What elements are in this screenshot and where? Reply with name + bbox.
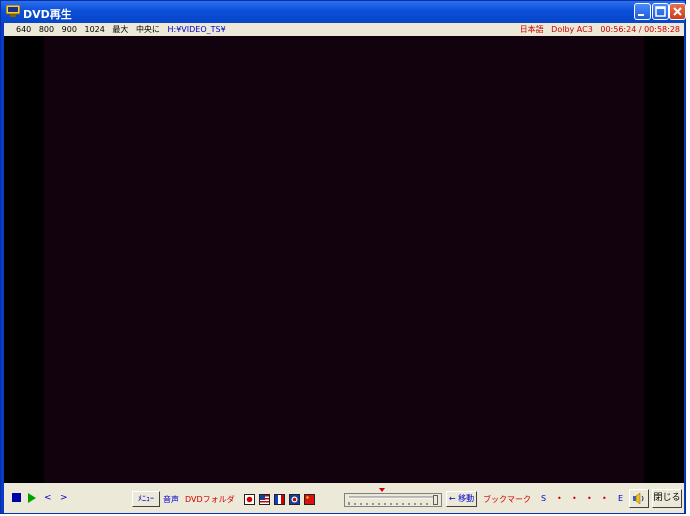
size-900-button[interactable]: 900	[62, 25, 77, 34]
info-bar: 640 800 900 1024 最大 中央に H:¥VIDEO_TS¥ 日本語…	[4, 23, 684, 36]
prev-button[interactable]: <	[44, 493, 52, 503]
korea-flag-icon[interactable]	[289, 494, 300, 505]
china-flag-icon[interactable]	[304, 494, 315, 505]
maximize-icon	[655, 6, 666, 17]
video-frame	[44, 36, 644, 483]
control-bar: < > ﾒﾆｭｰ 音声 DVDフォルダ ← 移動 ブックマーク S • • • …	[4, 483, 684, 513]
maximize-button[interactable]	[652, 3, 669, 20]
close-app-button[interactable]: 閉じる	[652, 489, 682, 508]
minimize-button[interactable]	[634, 3, 651, 20]
dvd-path: H:¥VIDEO_TS¥	[167, 25, 226, 34]
size-640-button[interactable]: 640	[16, 25, 31, 34]
bookmark-slot-4[interactable]: •	[602, 494, 607, 503]
close-icon	[673, 7, 682, 16]
menu-button[interactable]: ﾒﾆｭｰ	[132, 491, 160, 507]
speaker-icon	[633, 492, 644, 505]
play-icon	[28, 493, 36, 503]
audio-button[interactable]: 音声	[163, 494, 179, 505]
language-label: 日本語	[519, 25, 544, 34]
bookmark-slot-3[interactable]: •	[587, 494, 592, 503]
seek-slider[interactable]	[344, 493, 442, 507]
bookmark-button[interactable]: ブックマーク	[483, 494, 531, 505]
time-display: 00:56:24 / 00:58:28	[600, 25, 680, 34]
france-flag-icon[interactable]	[274, 494, 285, 505]
japan-flag-icon[interactable]	[244, 494, 255, 505]
dvd-folder-button[interactable]: DVDフォルダ	[185, 494, 235, 505]
play-button[interactable]	[27, 493, 37, 506]
maximize-size-button[interactable]: 最大	[112, 25, 128, 34]
stop-icon	[12, 493, 21, 502]
minimize-icon	[638, 14, 644, 16]
stop-button[interactable]	[12, 493, 22, 505]
next-button[interactable]: >	[60, 493, 68, 503]
volume-button[interactable]	[629, 489, 649, 508]
size-1024-button[interactable]: 1024	[84, 25, 104, 34]
center-button[interactable]: 中央に	[136, 25, 160, 34]
bookmark-slot-2[interactable]: •	[572, 494, 577, 503]
audio-format: Dolby AC3	[551, 25, 593, 34]
bookmark-slot-1[interactable]: •	[557, 494, 562, 503]
bookmark-start[interactable]: S	[541, 494, 546, 503]
seek-thumb[interactable]	[433, 495, 438, 505]
title-bar[interactable]: DVD再生	[1, 1, 686, 23]
dvd-app-icon	[5, 4, 21, 17]
video-area[interactable]	[4, 36, 684, 483]
window-title: DVD再生	[23, 8, 72, 21]
bookmark-end[interactable]: E	[618, 494, 623, 503]
usa-flag-icon[interactable]	[259, 494, 270, 505]
app-window: DVD再生 640 800 900 1024 最大 中央に H:¥VIDEO_T…	[0, 0, 686, 514]
size-800-button[interactable]: 800	[39, 25, 54, 34]
close-window-button[interactable]	[669, 3, 686, 20]
move-button[interactable]: ← 移動	[446, 491, 477, 507]
